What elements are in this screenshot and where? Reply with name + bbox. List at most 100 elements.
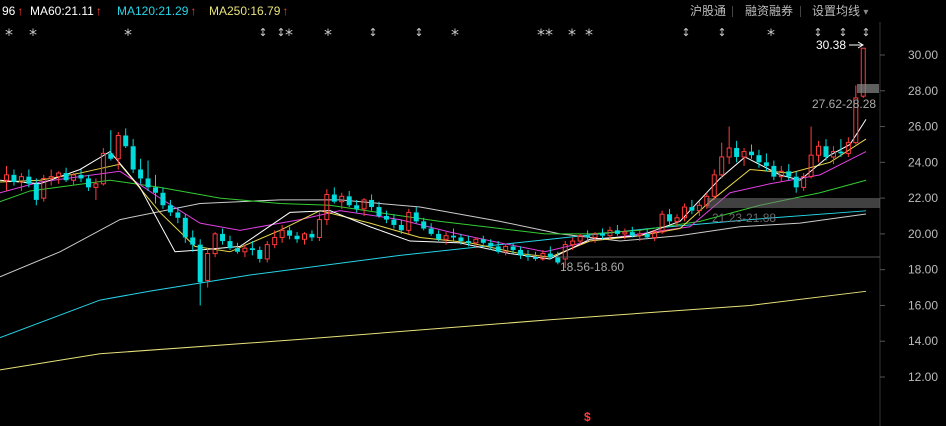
- candle: [294, 232, 300, 243]
- candle: [600, 228, 605, 240]
- candle: [592, 232, 598, 243]
- candle: [130, 139, 136, 174]
- event-star-icon[interactable]: *: [5, 25, 13, 44]
- candle: [652, 230, 658, 242]
- ma-legend-bar: 96 ↑ MA60:21.11 ↑ MA120:21.29 ↑ MA250:16.79…: [0, 0, 946, 22]
- high-price-label: 30.38: [816, 38, 846, 52]
- hgt-menu-button[interactable]: 沪股通: [690, 0, 726, 22]
- candle: [85, 174, 91, 191]
- range-box-middle: [707, 198, 880, 208]
- candle: [302, 232, 307, 245]
- candle: [778, 165, 784, 183]
- candlestick-chart: 30.00 28.00 26.00 24.00 22.00 20.00 18.00 16.00…: [0, 22, 938, 426]
- candle: [331, 187, 337, 204]
- candle: [316, 212, 322, 242]
- menu-divider: [732, 6, 733, 17]
- candle: [696, 201, 702, 216]
- event-star-icon[interactable]: *: [451, 25, 459, 44]
- candle: [383, 210, 389, 224]
- candle: [145, 160, 151, 191]
- low-price-label: 18.56-18.60: [560, 260, 624, 274]
- event-updown-icon[interactable]: ↕: [717, 26, 726, 39]
- candle: [734, 140, 740, 163]
- y-tick-label: 12.00: [908, 370, 938, 384]
- event-star-icon[interactable]: *: [537, 25, 545, 44]
- candle: [793, 171, 799, 193]
- ma60-value: MA60:21.11: [30, 4, 94, 18]
- candle: [257, 246, 263, 263]
- candle: [324, 189, 330, 225]
- candle: [346, 190, 352, 208]
- candle: [816, 140, 822, 163]
- candle: [11, 169, 17, 186]
- y-tick-label: 26.00: [908, 120, 938, 134]
- ma250-legend: MA250:16.79 ↑: [209, 0, 288, 22]
- event-star-icon[interactable]: *: [29, 25, 37, 44]
- candle: [279, 224, 285, 243]
- candle: [63, 167, 69, 183]
- ma-settings-label: 设置均线: [812, 4, 861, 18]
- up-arrow-icon: ↑: [190, 4, 197, 18]
- range-label-middle: 21.23-21.88: [712, 211, 776, 225]
- candle: [78, 169, 84, 183]
- event-star-icon[interactable]: *: [585, 25, 593, 44]
- candle: [190, 230, 196, 252]
- event-updown-icon[interactable]: ↕: [861, 26, 870, 39]
- up-arrow-icon: ↑: [95, 4, 102, 18]
- y-tick-label: 22.00: [908, 191, 938, 205]
- candle: [845, 137, 851, 157]
- candle: [451, 228, 456, 242]
- candle: [264, 241, 270, 263]
- candle: [153, 174, 158, 204]
- candle: [547, 246, 553, 259]
- y-tick-label: 14.00: [908, 334, 938, 348]
- y-tick-label: 30.00: [908, 48, 938, 62]
- event-star-icon[interactable]: *: [568, 25, 576, 44]
- ma-settings-menu-button[interactable]: 设置均线 ▾: [812, 0, 868, 24]
- candle: [197, 239, 203, 306]
- event-star-icon[interactable]: *: [767, 25, 775, 44]
- ma250-value: MA250:16.79: [209, 4, 281, 18]
- candle: [309, 230, 315, 242]
- candle: [741, 148, 747, 166]
- candle: [413, 207, 419, 224]
- candle: [667, 208, 673, 225]
- candle: [167, 199, 173, 216]
- candle: [71, 173, 77, 186]
- range-label-upper: 27.62-28.28: [812, 97, 876, 111]
- event-star-icon[interactable]: *: [324, 25, 332, 44]
- candle: [391, 214, 397, 229]
- event-star-icon[interactable]: *: [545, 25, 553, 44]
- bottom-marker: $: [584, 410, 591, 424]
- candle: [749, 144, 754, 159]
- ma-legend-item: 96 ↑: [2, 0, 23, 22]
- event-updown-icon[interactable]: ↕: [258, 26, 267, 39]
- event-updown-icon[interactable]: ↕: [368, 26, 377, 39]
- candle: [525, 249, 531, 261]
- candle: [234, 242, 240, 254]
- range-box-upper: [857, 84, 879, 93]
- ma250-line: [0, 290, 867, 371]
- event-updown-icon[interactable]: ↕: [414, 26, 423, 39]
- candle: [287, 226, 293, 240]
- candle: [100, 148, 106, 186]
- candle: [771, 160, 777, 181]
- event-updown-icon[interactable]: ↕: [681, 26, 690, 39]
- margin-trading-menu-button[interactable]: 融资融券: [745, 0, 793, 22]
- candle: [518, 246, 524, 259]
- candle: [227, 235, 233, 250]
- high-annotation: 30.38: [816, 38, 864, 52]
- y-tick-label: 24.00: [908, 155, 938, 169]
- event-star-icon[interactable]: *: [285, 25, 293, 44]
- candle: [614, 224, 620, 236]
- y-tick-label: 18.00: [908, 263, 938, 277]
- event-star-icon[interactable]: *: [124, 25, 132, 44]
- candle: [376, 201, 382, 218]
- candle: [123, 128, 129, 149]
- candle: [428, 223, 434, 236]
- chevron-down-icon: ▾: [863, 7, 869, 18]
- up-arrow-icon: ↑: [282, 4, 289, 18]
- candle: [160, 187, 166, 209]
- y-tick-label: 20.00: [908, 227, 938, 241]
- y-tick-label: 16.00: [908, 298, 938, 312]
